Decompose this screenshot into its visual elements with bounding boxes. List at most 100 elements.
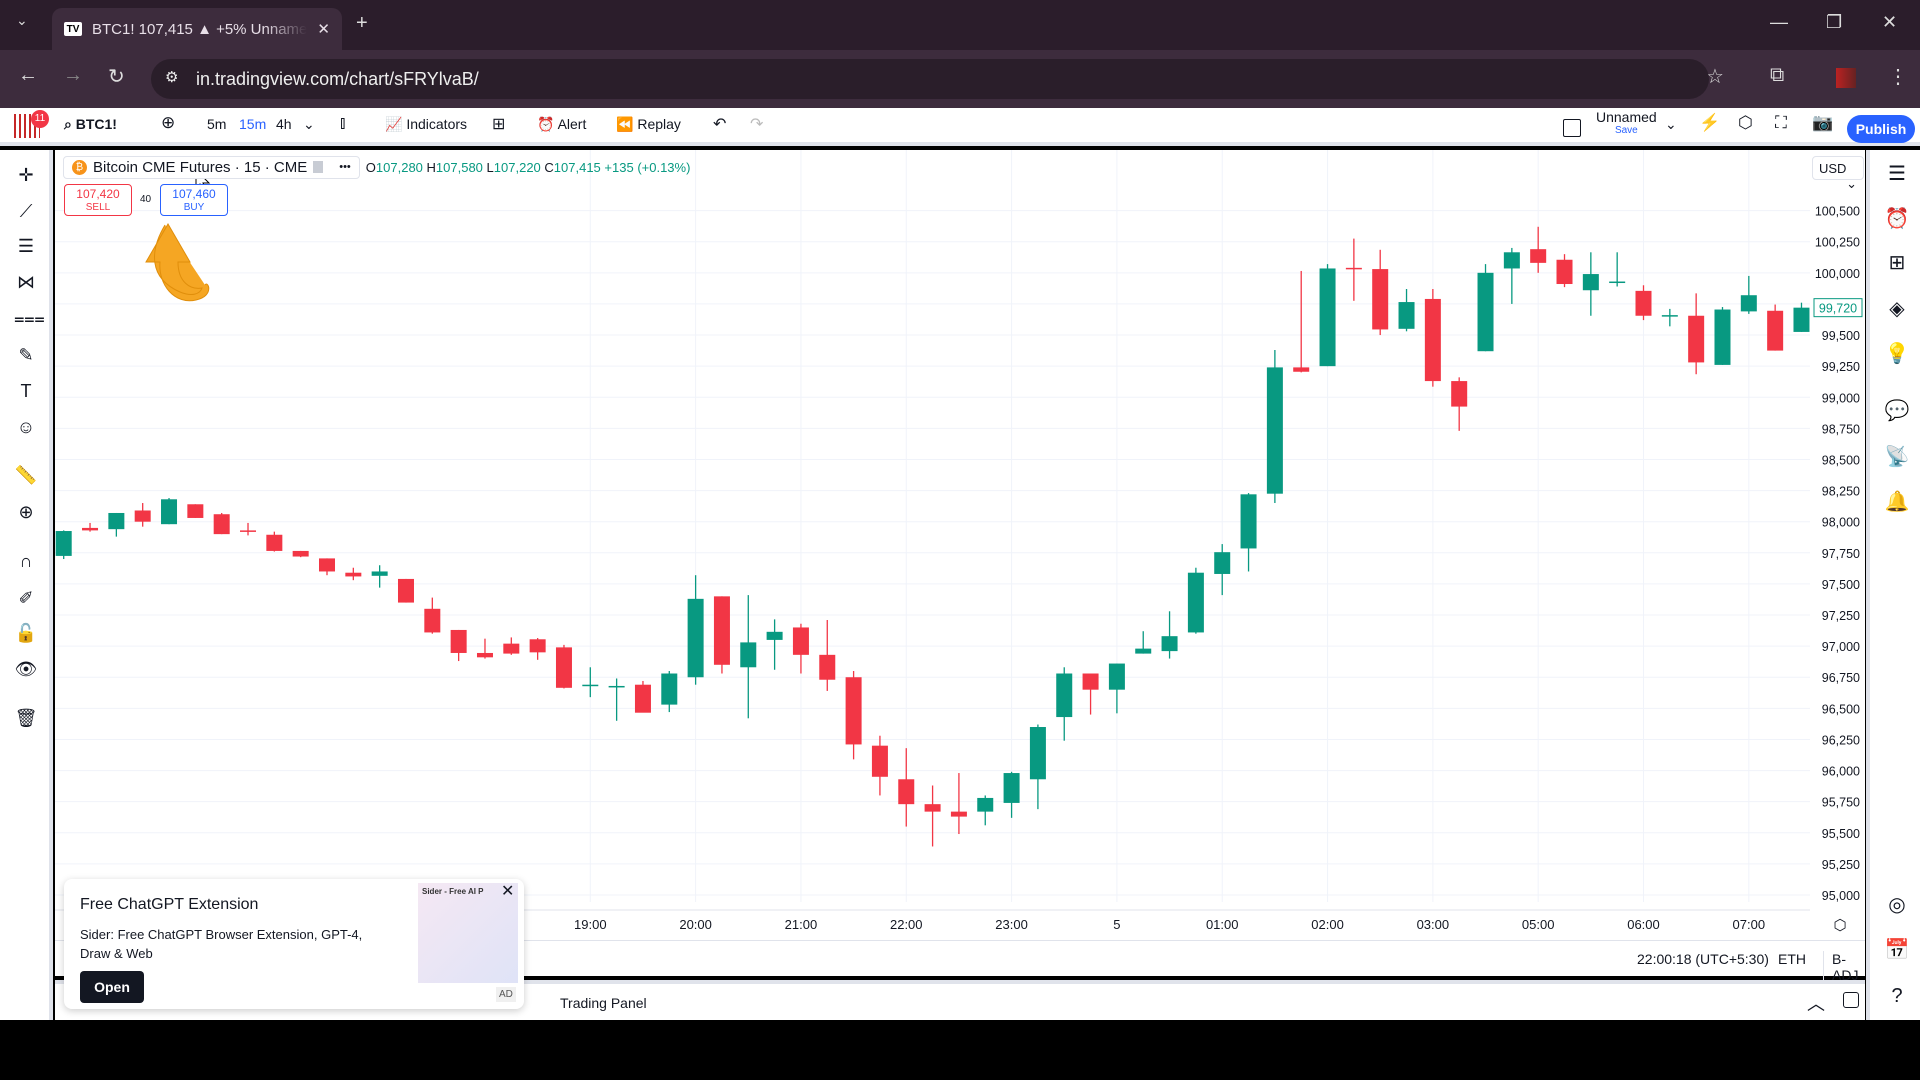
- buy-button[interactable]: 107,460 BUY: [160, 184, 228, 216]
- candle: [819, 619, 836, 691]
- candle: [713, 596, 730, 674]
- candle-body: [55, 531, 72, 556]
- last-price-marker: 99,720: [1813, 298, 1863, 318]
- candle-body: [634, 684, 651, 713]
- candle: [1609, 252, 1626, 287]
- candle: [397, 578, 414, 603]
- candle-body: [1240, 494, 1257, 549]
- candle-body: [476, 652, 493, 658]
- candle: [661, 671, 678, 713]
- candle-body: [924, 804, 941, 812]
- candle: [1187, 567, 1204, 634]
- candle: [1398, 288, 1415, 332]
- price-tick-label: 96,250: [1822, 733, 1860, 747]
- price-tick-label: 98,500: [1822, 453, 1860, 467]
- candle: [1135, 631, 1152, 654]
- candle-body: [371, 571, 388, 576]
- candle: [871, 735, 888, 796]
- candle: [1767, 304, 1784, 351]
- candle-body: [898, 779, 915, 805]
- candle-body: [266, 534, 283, 551]
- candle-body: [871, 745, 888, 777]
- time-tick-label: 5: [1113, 917, 1120, 932]
- candle-body: [555, 647, 572, 688]
- time-tick-label: 19:00: [574, 917, 607, 932]
- candle-body: [187, 504, 204, 518]
- chart-legend: ₿ Bitcoin CME Futures · 15 · CME ••• O10…: [63, 155, 691, 179]
- candle: [213, 512, 230, 535]
- candle-body: [503, 643, 520, 654]
- price-tick-label: 97,000: [1822, 640, 1860, 654]
- candle: [1740, 275, 1757, 314]
- candle-body: [845, 677, 862, 745]
- candle: [766, 619, 783, 670]
- market-status-icon: [313, 161, 324, 173]
- candle: [1240, 493, 1257, 572]
- candle-body: [1530, 249, 1547, 263]
- time-tick-label: 23:00: [995, 917, 1028, 932]
- candle: [108, 512, 125, 537]
- price-tick-label: 97,750: [1822, 547, 1860, 561]
- price-tick-label: 99,000: [1822, 391, 1860, 405]
- candle-body: [1266, 367, 1283, 494]
- candle: [950, 773, 967, 835]
- price-tick-label: 98,000: [1822, 516, 1860, 530]
- price-tick-label: 96,750: [1822, 671, 1860, 685]
- candle-body: [1372, 269, 1389, 330]
- candle-body: [161, 499, 178, 525]
- price-tick-label: 95,250: [1822, 858, 1860, 872]
- time-tick-label: 01:00: [1206, 917, 1239, 932]
- candle: [924, 785, 941, 847]
- price-tick-label: 99,250: [1822, 360, 1860, 374]
- candle-body: [108, 512, 125, 530]
- symbol-title-button[interactable]: ₿ Bitcoin CME Futures · 15 · CME •••: [63, 155, 360, 179]
- candle-body: [661, 673, 678, 705]
- time-tick-label: 07:00: [1733, 917, 1766, 932]
- candle-body: [792, 627, 809, 655]
- candle: [740, 595, 757, 719]
- candle: [424, 597, 441, 634]
- candle: [1108, 663, 1125, 714]
- candle: [1056, 667, 1073, 741]
- ad-open-button[interactable]: Open: [80, 971, 144, 1003]
- more-options-icon[interactable]: •••: [339, 161, 351, 173]
- candle-body: [82, 527, 99, 531]
- candle-body: [1424, 298, 1441, 382]
- chevron-down-icon: ⌄: [1846, 176, 1857, 191]
- candle-body: [240, 530, 257, 532]
- change-value: +135 (+0.13%): [604, 159, 691, 175]
- candle: [608, 678, 625, 721]
- candle: [1372, 249, 1389, 336]
- time-tick-label: 02:00: [1311, 917, 1344, 932]
- candle-body: [1688, 315, 1705, 363]
- price-tick-label: 100,000: [1815, 267, 1860, 281]
- candle-body: [1503, 252, 1520, 269]
- candle: [1530, 226, 1547, 273]
- candle: [1714, 307, 1731, 365]
- candle-body: [1135, 648, 1152, 654]
- candle-body: [608, 685, 625, 688]
- currency-value: USD: [1819, 161, 1847, 176]
- price-tick-label: 98,750: [1822, 422, 1860, 436]
- candle-body: [687, 598, 704, 678]
- candle-body: [1661, 315, 1678, 317]
- time-tick-label: 20:00: [679, 917, 712, 932]
- candle: [1293, 270, 1310, 373]
- spread-value: 40: [140, 194, 152, 205]
- candle: [266, 531, 283, 552]
- candle-body: [1740, 295, 1757, 312]
- candle-body: [1293, 367, 1310, 372]
- candle: [1424, 288, 1441, 387]
- ad-popup: Free ChatGPT Extension Sider: Free ChatG…: [64, 879, 524, 1009]
- currency-select[interactable]: USD ⌄: [1812, 156, 1864, 191]
- candle-body: [292, 550, 309, 557]
- ad-close-icon[interactable]: ✕: [501, 881, 514, 901]
- time-tick-label: 06:00: [1627, 917, 1660, 932]
- bitcoin-icon: ₿: [72, 159, 87, 175]
- candle-body: [1108, 663, 1125, 690]
- axis-settings-icon[interactable]: ⬡: [1833, 917, 1846, 934]
- candle-body: [1451, 381, 1468, 407]
- candle-body: [1582, 274, 1599, 291]
- ad-description: Sider: Free ChatGPT Browser Extension, G…: [80, 927, 363, 961]
- sell-button[interactable]: 107,420 SELL: [64, 184, 132, 216]
